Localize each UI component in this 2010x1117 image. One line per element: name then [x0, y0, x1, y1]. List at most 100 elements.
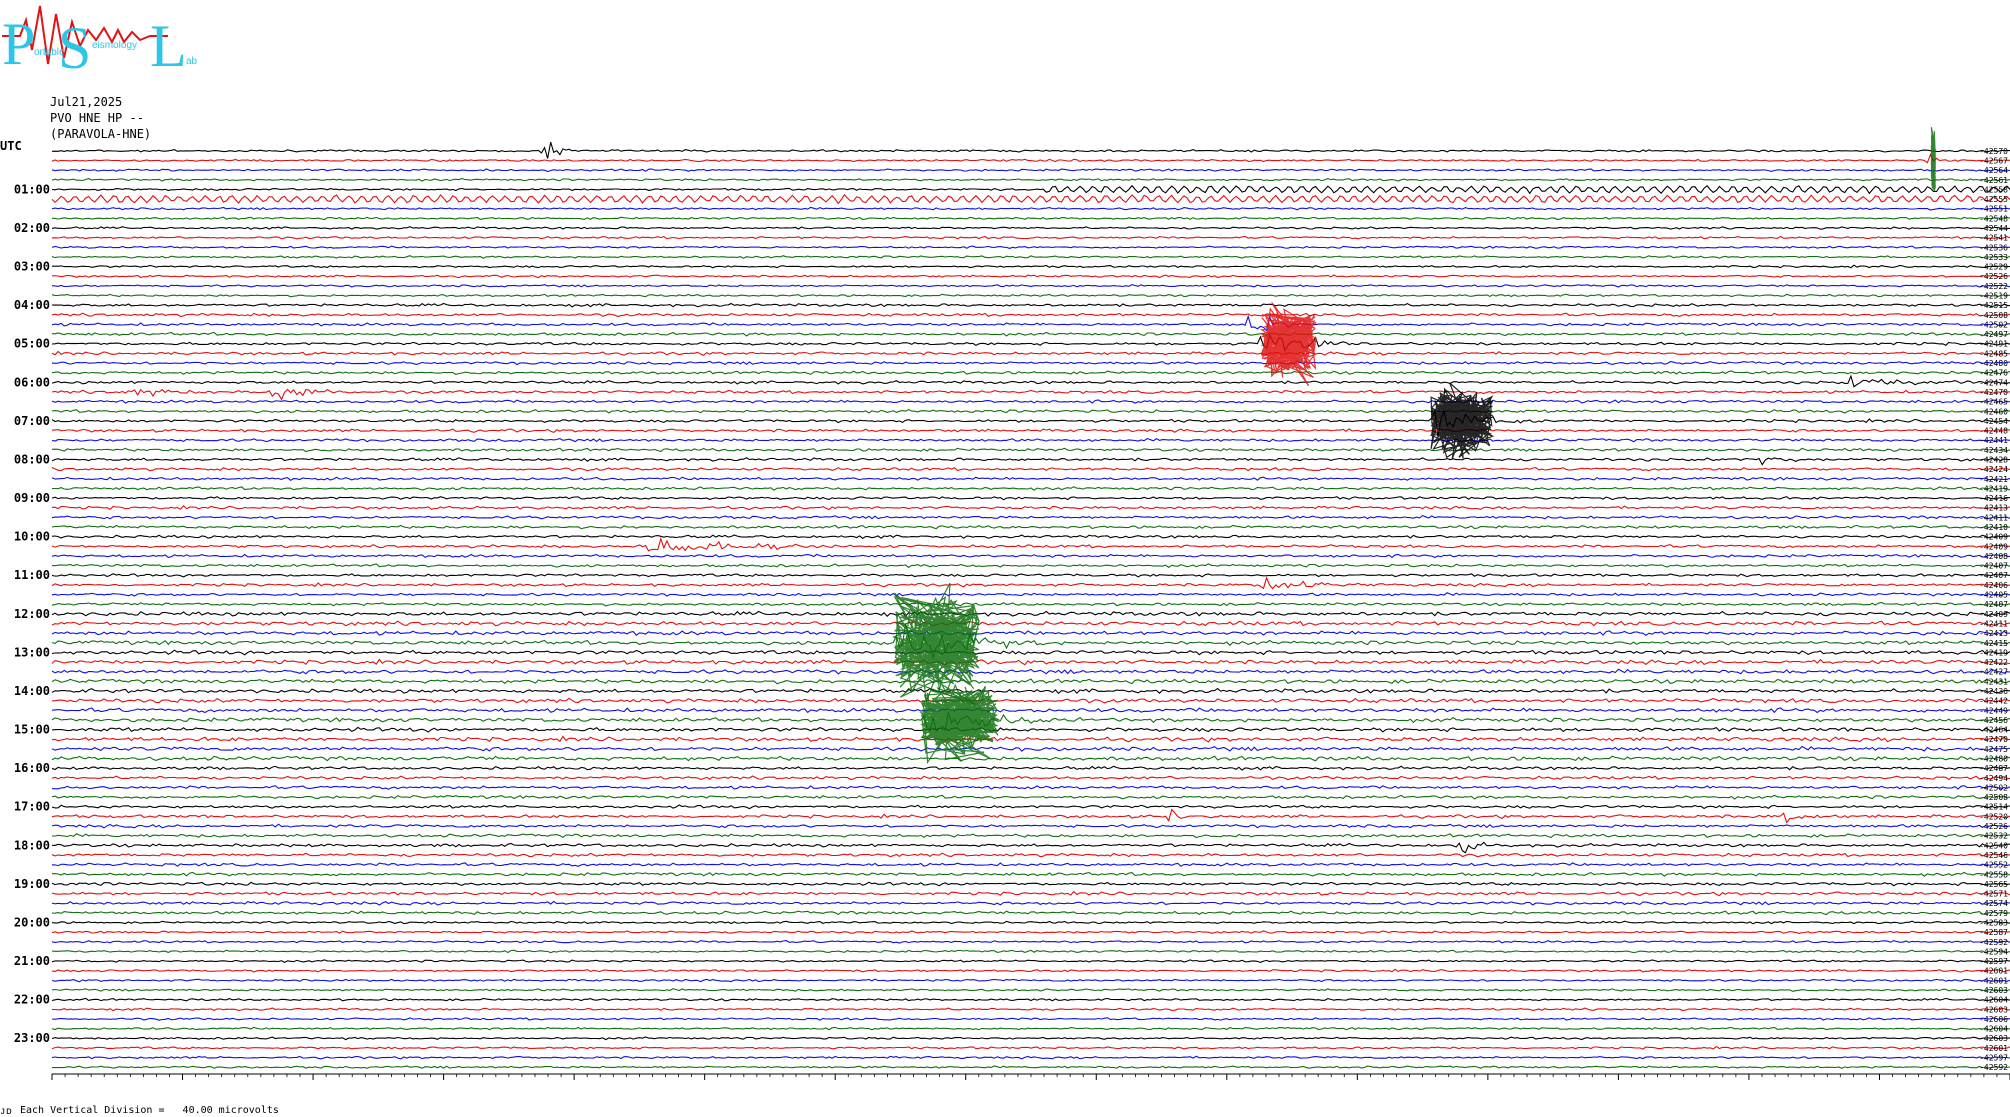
- trace-24: [51, 374, 2010, 388]
- trace-5: [51, 194, 2010, 205]
- trace-offset-52: -42419: [1979, 648, 2008, 657]
- trace-offset-90: -42606: [1979, 1015, 2008, 1024]
- trace-offset-91: -42604: [1979, 1025, 2008, 1034]
- event-burst-1: [1930, 127, 1937, 192]
- trace-offset-94: -42597: [1979, 1054, 2008, 1063]
- trace-offset-38: -42411: [1979, 513, 2008, 522]
- trace-23: [51, 370, 2010, 375]
- trace-8: [51, 226, 2010, 230]
- trace-92: [51, 1036, 2010, 1041]
- trace-77: [51, 890, 2010, 897]
- trace-offset-15: -42519: [1979, 292, 2008, 301]
- trace-offset-48: -42409: [1979, 610, 2008, 619]
- trace-48: [51, 610, 2010, 617]
- corner-mark: ᴊᴅ: [0, 1106, 13, 1117]
- trace-offset-23: -42476: [1979, 369, 2008, 378]
- trace-81: [51, 930, 2010, 934]
- trace-offset-22: -42480: [1979, 359, 2008, 368]
- trace-64: [51, 765, 2010, 771]
- trace-offset-31: -42434: [1979, 446, 2008, 455]
- trace-offset-28: -42454: [1979, 417, 2008, 426]
- left-hour-label-18:00: 18:00: [14, 838, 50, 852]
- trace-offset-3: -42561: [1979, 176, 2008, 185]
- trace-offset-35: -42419: [1979, 484, 2008, 493]
- trace-18: [51, 314, 2010, 332]
- trace-offset-88: -42604: [1979, 996, 2008, 1005]
- trace-84: [51, 959, 2010, 964]
- trace-offset-24: -42474: [1979, 378, 2008, 387]
- trace-19: [51, 331, 2010, 337]
- trace-offset-68: -42514: [1979, 803, 2008, 812]
- left-hour-label-03:00: 03:00: [14, 260, 50, 274]
- trace-offset-76: -42565: [1979, 880, 2008, 889]
- trace-offset-17: -42508: [1979, 311, 2008, 320]
- trace-offset-51: -42415: [1979, 639, 2008, 648]
- trace-offset-32: -42428: [1979, 455, 2008, 464]
- trace-offset-83: -42594: [1979, 947, 2008, 956]
- trace-offset-87: -42603: [1979, 986, 2008, 995]
- trace-offset-75: -42558: [1979, 870, 2008, 879]
- trace-73: [51, 852, 2010, 858]
- trace-49: [51, 620, 2010, 627]
- trace-0: [51, 141, 2010, 159]
- trace-37: [51, 505, 2010, 511]
- trace-offset-27: -42460: [1979, 407, 2008, 416]
- trace-offset-43: -42407: [1979, 562, 2008, 571]
- trace-55: [51, 678, 2010, 685]
- left-hour-label-22:00: 22:00: [14, 993, 50, 1007]
- trace-29: [51, 428, 2010, 434]
- trace-offset-46: -42405: [1979, 591, 2008, 600]
- left-hour-label-07:00: 07:00: [14, 414, 50, 428]
- left-hour-label-02:00: 02:00: [14, 221, 50, 235]
- left-utc-title: UTC: [0, 139, 22, 153]
- trace-offset-12: -42529: [1979, 263, 2008, 272]
- trace-17: [51, 312, 2010, 318]
- trace-offset-20: -42491: [1979, 340, 2008, 349]
- trace-offset-37: -42413: [1979, 504, 2008, 513]
- trace-67: [51, 794, 2010, 800]
- trace-offset-0: -42570: [1979, 147, 2008, 156]
- trace-22: [51, 360, 2010, 366]
- trace-45: [51, 576, 2010, 590]
- trace-offset-72: -42540: [1979, 841, 2008, 850]
- trace-10: [51, 245, 2010, 249]
- left-hour-label-06:00: 06:00: [14, 375, 50, 389]
- trace-offset-26: -42465: [1979, 398, 2008, 407]
- trace-offset-5: -42555: [1979, 195, 2008, 204]
- left-hour-label-21:00: 21:00: [14, 954, 50, 968]
- trace-offset-84: -42597: [1979, 957, 2008, 966]
- trace-42: [51, 553, 2010, 559]
- left-hour-label-16:00: 16:00: [14, 761, 50, 775]
- trace-52: [51, 649, 2010, 656]
- trace-15: [51, 293, 2010, 298]
- trace-90: [51, 1017, 2010, 1021]
- trace-offset-49: -42411: [1979, 619, 2008, 628]
- trace-offset-65: -42494: [1979, 774, 2008, 783]
- trace-6: [51, 206, 2010, 211]
- event-burst-28: [1429, 382, 1495, 460]
- trace-38: [51, 514, 2010, 520]
- trace-31: [51, 447, 2010, 453]
- trace-50: [51, 630, 2010, 636]
- trace-offset-82: -42592: [1979, 938, 2008, 947]
- trace-21: [51, 350, 2010, 356]
- trace-13: [52, 274, 2010, 279]
- trace-offset-61: -42470: [1979, 735, 2008, 744]
- trace-offset-70: -42526: [1979, 822, 2008, 831]
- trace-offset-78: -42574: [1979, 899, 2008, 908]
- trace-57: [51, 697, 2010, 704]
- trace-offset-29: -42448: [1979, 427, 2008, 436]
- trace-offset-19: -42497: [1979, 330, 2008, 339]
- trace-offset-58: -42449: [1979, 706, 2008, 715]
- trace-25: [51, 388, 2010, 401]
- trace-78: [51, 900, 2010, 906]
- trace-offset-21: -42485: [1979, 349, 2008, 358]
- trace-offset-34: -42421: [1979, 475, 2008, 484]
- trace-43: [51, 563, 2010, 569]
- trace-28: [51, 409, 2010, 437]
- trace-offset-33: -42424: [1979, 465, 2008, 474]
- trace-35: [52, 486, 2010, 491]
- event-burst-51: [891, 582, 980, 706]
- trace-46: [51, 592, 2010, 597]
- trace-91: [51, 1026, 2010, 1031]
